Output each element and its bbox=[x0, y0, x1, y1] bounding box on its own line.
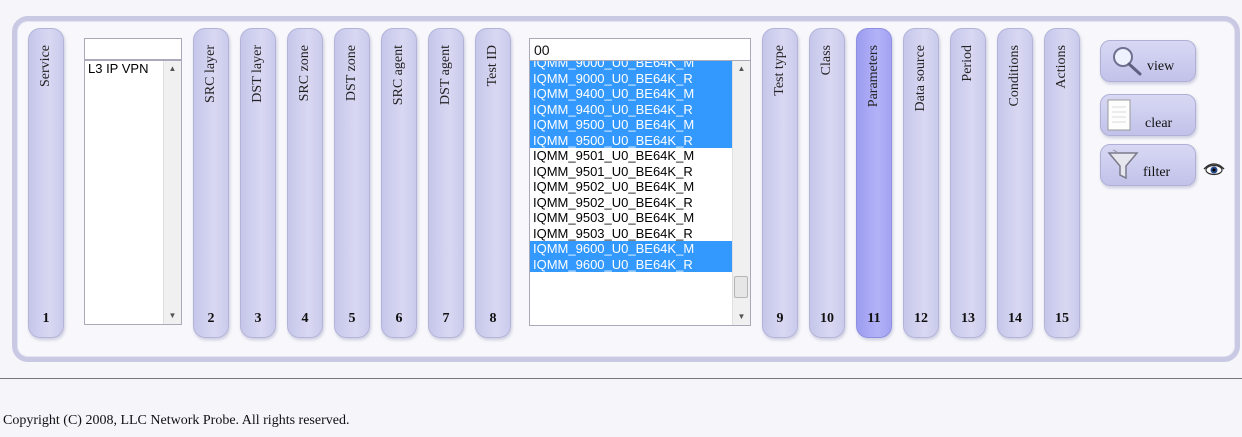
list-item[interactable]: IQMM_9500_U0_BE64K_M bbox=[530, 117, 733, 133]
tab-label: Data source bbox=[913, 45, 928, 112]
tab-src-zone[interactable]: SRC zone 4 bbox=[287, 28, 323, 338]
test-id-list-scrollbar[interactable]: ▲ ▼ bbox=[732, 61, 750, 325]
list-item[interactable]: IQMM_9000_U0_BE64K_R bbox=[530, 70, 733, 86]
tab-conditions[interactable]: Conditions 14 bbox=[997, 28, 1033, 338]
tab-test-type[interactable]: Test type 9 bbox=[762, 28, 798, 338]
service-list[interactable]: L3 IP VPN ▲ ▼ bbox=[84, 60, 182, 325]
tab-label: DST layer bbox=[250, 45, 265, 103]
eye-icon[interactable] bbox=[1203, 160, 1225, 176]
scroll-down-icon[interactable]: ▼ bbox=[164, 308, 181, 324]
test-id-list[interactable]: IQMM_9000_U0_BE64K_M IQMM_9000_U0_BE64K_R… bbox=[529, 60, 751, 326]
magnifier-icon bbox=[1113, 47, 1142, 76]
scroll-up-icon[interactable]: ▲ bbox=[733, 61, 750, 77]
tab-src-agent[interactable]: SRC agent 6 bbox=[381, 28, 417, 338]
scroll-thumb[interactable] bbox=[734, 276, 748, 298]
tab-label: Conditions bbox=[1007, 45, 1022, 107]
filter-label: filter bbox=[1143, 165, 1171, 180]
tab-label: Test ID bbox=[485, 45, 500, 87]
tab-label: Service bbox=[38, 45, 53, 87]
list-item[interactable]: IQMM_9600_U0_BE64K_R bbox=[530, 256, 733, 272]
list-item[interactable]: IQMM_9503_U0_BE64K_R bbox=[530, 226, 733, 242]
service-list-scrollbar[interactable]: ▲ ▼ bbox=[163, 61, 181, 324]
tab-number: 14 bbox=[1008, 311, 1022, 326]
tab-test-id[interactable]: Test ID 8 bbox=[475, 28, 511, 338]
list-item[interactable]: IQMM_9503_U0_BE64K_M bbox=[530, 210, 733, 226]
tab-number: 6 bbox=[395, 311, 403, 326]
list-item[interactable]: IQMM_9400_U0_BE64K_R bbox=[530, 101, 733, 117]
tab-number: 9 bbox=[776, 311, 784, 326]
tab-number: 7 bbox=[442, 311, 450, 326]
list-item[interactable]: IQMM_9502_U0_BE64K_R bbox=[530, 195, 733, 211]
tab-label: SRC layer bbox=[203, 45, 218, 103]
page-icon bbox=[1107, 99, 1131, 131]
tab-label: DST agent bbox=[438, 45, 453, 106]
tab-number: 8 bbox=[489, 311, 497, 326]
list-item[interactable]: IQMM_9501_U0_BE64K_M bbox=[530, 148, 733, 164]
tab-dst-agent[interactable]: DST agent 7 bbox=[428, 28, 464, 338]
list-item[interactable]: IQMM_9500_U0_BE64K_R bbox=[530, 132, 733, 148]
tab-data-source[interactable]: Data source 12 bbox=[903, 28, 939, 338]
tab-number: 10 bbox=[820, 311, 834, 326]
filter-button[interactable]: filter bbox=[1100, 144, 1196, 186]
tab-number: 4 bbox=[301, 311, 309, 326]
tab-number: 3 bbox=[254, 311, 262, 326]
tab-number: 1 bbox=[42, 311, 50, 326]
scroll-down-icon[interactable]: ▼ bbox=[733, 309, 750, 325]
footer-divider bbox=[0, 378, 1242, 379]
tab-actions[interactable]: Actions 15 bbox=[1044, 28, 1080, 338]
list-item[interactable]: IQMM_9400_U0_BE64K_M bbox=[530, 86, 733, 102]
view-label: view bbox=[1147, 59, 1175, 74]
tab-period[interactable]: Period 13 bbox=[950, 28, 986, 338]
tab-dst-zone[interactable]: DST zone 5 bbox=[334, 28, 370, 338]
service-filter-input[interactable] bbox=[84, 38, 182, 60]
tab-label: SRC zone bbox=[297, 45, 312, 102]
tab-label: Parameters bbox=[866, 45, 881, 108]
clear-label: clear bbox=[1145, 116, 1173, 131]
tab-parameters[interactable]: Parameters 11 bbox=[856, 28, 892, 338]
tab-src-layer[interactable]: SRC layer 2 bbox=[193, 28, 229, 338]
tab-label: DST zone bbox=[344, 45, 359, 102]
scroll-up-icon[interactable]: ▲ bbox=[164, 61, 181, 77]
tab-number: 5 bbox=[348, 311, 356, 326]
list-item[interactable]: IQMM_9501_U0_BE64K_R bbox=[530, 164, 733, 180]
clear-button[interactable]: clear bbox=[1100, 94, 1196, 136]
list-item[interactable]: IQMM_9502_U0_BE64K_M bbox=[530, 179, 733, 195]
test-id-filter-input[interactable] bbox=[529, 38, 751, 61]
list-item[interactable]: IQMM_9000_U0_BE64K_M bbox=[530, 61, 733, 71]
tab-number: 12 bbox=[914, 311, 928, 326]
list-item[interactable]: IQMM_9600_U0_BE64K_M bbox=[530, 241, 733, 257]
funnel-icon bbox=[1107, 149, 1139, 180]
copyright-text: Copyright (C) 2008, LLC Network Probe. A… bbox=[3, 413, 350, 428]
tab-label: SRC agent bbox=[391, 45, 406, 106]
tab-label: Test type bbox=[772, 45, 787, 96]
tab-label: Period bbox=[960, 45, 975, 82]
tab-number: 13 bbox=[961, 311, 975, 326]
tab-number: 2 bbox=[207, 311, 215, 326]
tab-label: Class bbox=[819, 45, 834, 76]
tab-class[interactable]: Class 10 bbox=[809, 28, 845, 338]
tab-service[interactable]: Service 1 bbox=[28, 28, 64, 338]
tab-number: 11 bbox=[867, 311, 881, 326]
tab-number: 15 bbox=[1055, 311, 1069, 326]
tab-dst-layer[interactable]: DST layer 3 bbox=[240, 28, 276, 338]
tab-label: Actions bbox=[1054, 45, 1069, 89]
view-button[interactable]: view bbox=[1100, 40, 1196, 82]
